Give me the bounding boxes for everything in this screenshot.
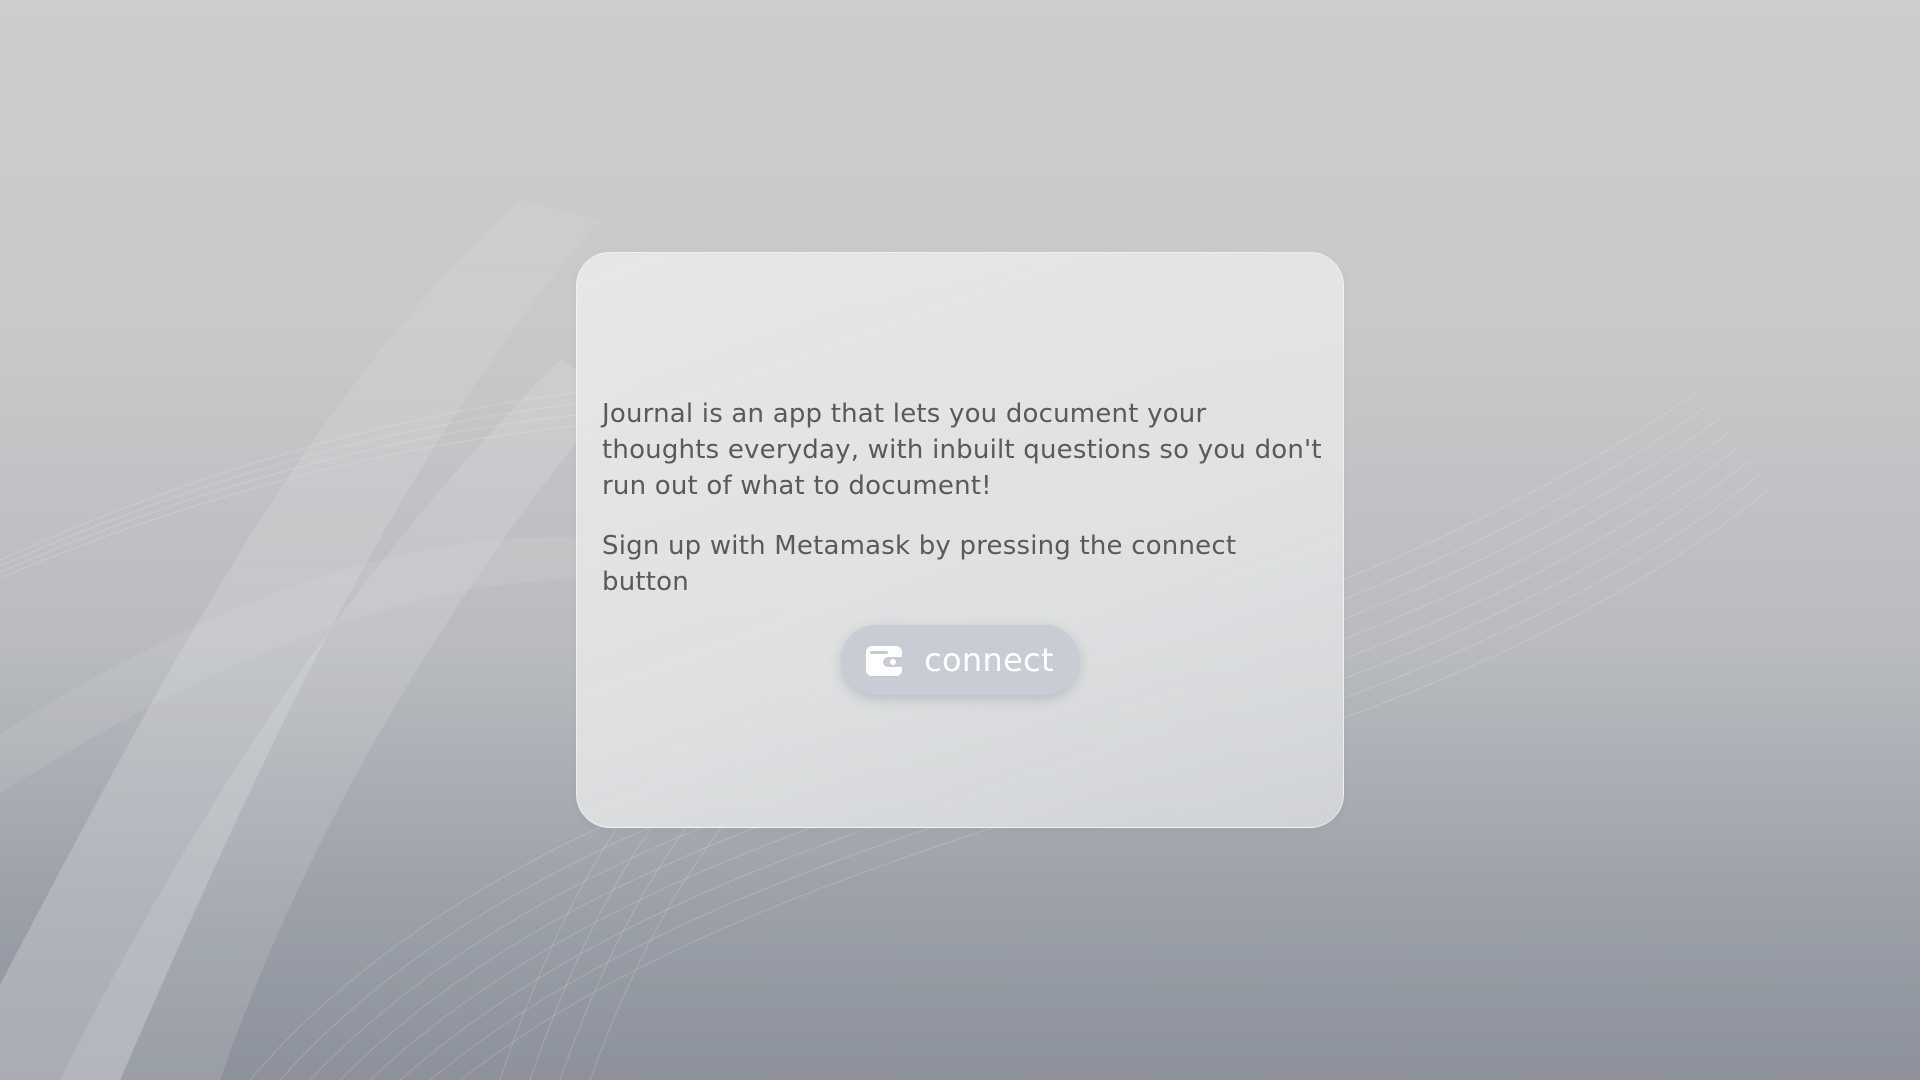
connect-button[interactable]: connect xyxy=(841,625,1079,695)
intro-card: Journal is an app that lets you document… xyxy=(576,252,1344,828)
connect-button-label: connect xyxy=(924,641,1054,679)
signup-instruction: Sign up with Metamask by pressing the co… xyxy=(602,531,1237,597)
app-description: Journal is an app that lets you document… xyxy=(602,399,1322,501)
wallet-icon xyxy=(866,646,903,676)
card-text: Journal is an app that lets you document… xyxy=(602,396,1322,624)
